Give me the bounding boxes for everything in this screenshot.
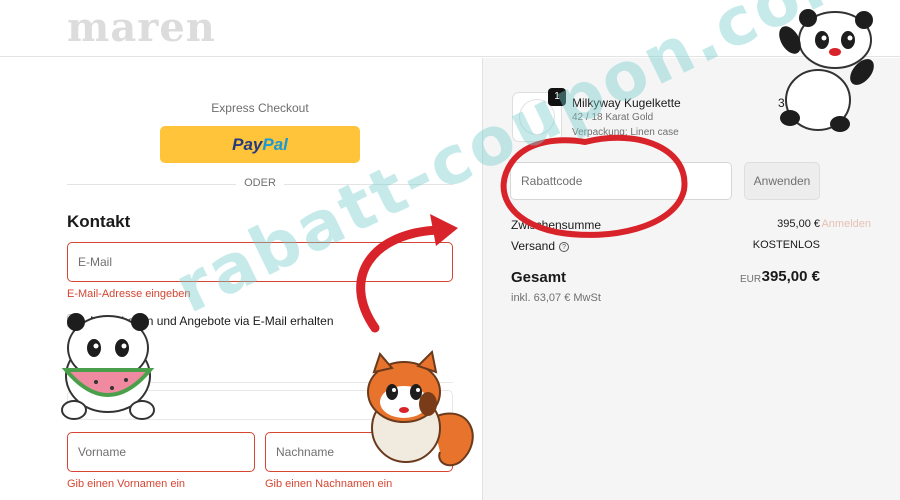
section-divider [67, 382, 453, 383]
apply-discount-button[interactable]: Anwenden [744, 162, 820, 200]
first-name-error: Gib einen Vornamen ein [67, 478, 186, 490]
subtotal-value: 395,00 € [777, 218, 820, 230]
product-name: Milkyway Kugelkette [572, 96, 681, 110]
email-error: E-Mail-Adresse eingeben [67, 288, 191, 300]
shipping-value: KOSTENLOS [752, 239, 820, 251]
first-name-placeholder: Vorname [78, 445, 127, 459]
quantity-badge: 1 [548, 88, 566, 106]
country-select[interactable] [67, 390, 453, 420]
first-name-field[interactable]: Vorname [67, 432, 255, 472]
paypal-logo-pal: Pal [262, 135, 288, 154]
product-packaging: Verpackung: Linen case [572, 127, 679, 138]
info-icon[interactable]: ? [559, 242, 570, 252]
last-name-field[interactable]: Nachname [265, 432, 453, 472]
header: maren [0, 0, 900, 57]
discount-code-input[interactable]: Rabattcode [510, 162, 732, 200]
tax-note: inkl. 63,07 € MwSt [511, 292, 601, 304]
subtotal-label: Zwischensumme [511, 218, 602, 232]
product-variant: 42 / 18 Karat Gold [572, 112, 654, 123]
paypal-logo-pay: Pay [232, 135, 263, 154]
total-currency: EUR [740, 274, 762, 285]
login-link[interactable]: Anmelden [821, 218, 871, 230]
discount-placeholder: Rabattcode [521, 174, 583, 188]
email-placeholder: E-Mail [78, 255, 113, 269]
shipping-label-row: Versand? [511, 239, 570, 253]
or-divider-label: ODER [236, 177, 284, 189]
total-value: 395,00 € [761, 268, 820, 285]
total-label: Gesamt [511, 269, 567, 286]
brand-logo[interactable]: maren [67, 4, 216, 51]
newsletter-checkbox[interactable] [67, 314, 81, 328]
newsletter-label: Neuigkeiten und Angebote via E-Mail erha… [90, 314, 334, 328]
shipping-label: Versand [511, 239, 556, 253]
email-field[interactable]: E-Mail [67, 242, 453, 282]
express-checkout-label: Express Checkout [211, 101, 309, 115]
paypal-button[interactable]: PayPal [160, 126, 360, 163]
last-name-error: Gib einen Nachnamen ein [265, 478, 393, 490]
last-name-placeholder: Nachname [276, 445, 335, 459]
contact-heading: Kontakt [67, 212, 131, 231]
product-price: 395,00 € [778, 96, 825, 110]
